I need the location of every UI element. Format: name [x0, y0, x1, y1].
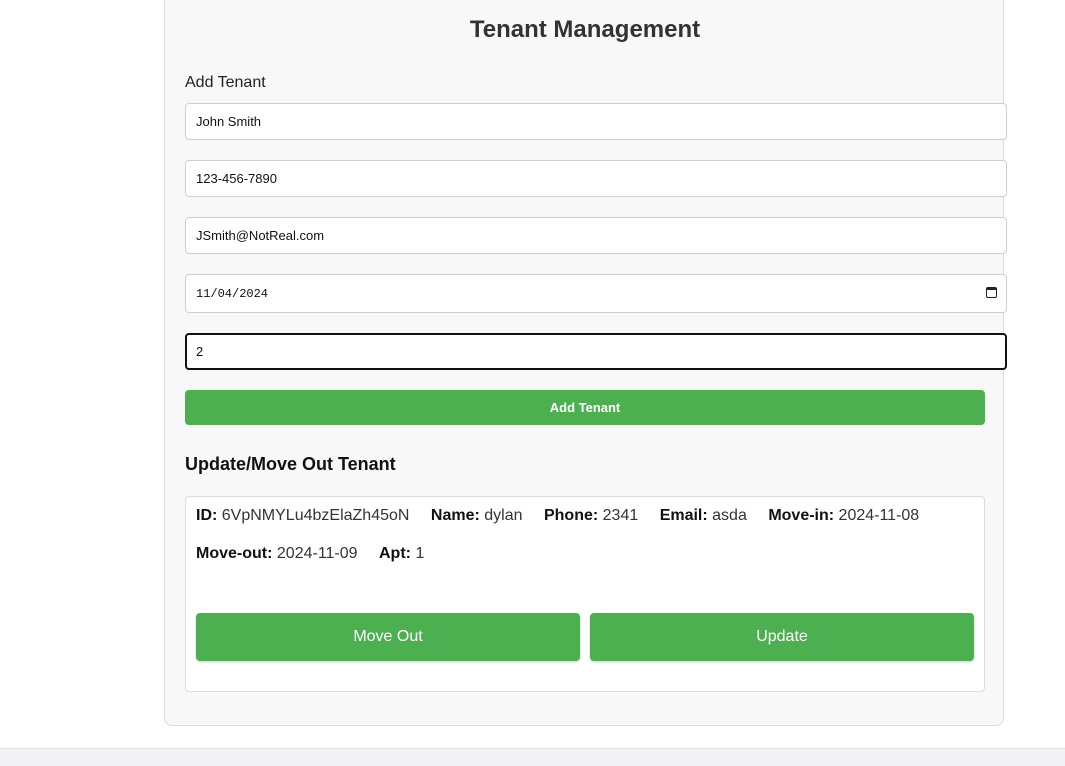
move-in-date-input[interactable]	[185, 274, 1007, 313]
tenant-details-row-1: ID: 6VpNMYLu4bzElaZh45oN Name: dylan Pho…	[196, 507, 936, 525]
tenant-management-panel: Tenant Management Add Tenant Add Tenant …	[164, 0, 1007, 726]
bottom-bar	[0, 748, 1065, 766]
apartment-number-input[interactable]	[185, 333, 1007, 370]
page-title: Tenant Management	[469, 16, 701, 43]
add-tenant-label: Add Tenant	[185, 74, 266, 91]
tenant-move-out: Move-out: 2024-11-09	[196, 545, 358, 562]
tenant-phone-input[interactable]	[185, 160, 1007, 197]
tenant-name-input[interactable]	[185, 103, 1007, 140]
move-out-button[interactable]: Move Out	[196, 613, 580, 661]
tenant-id: ID: 6VpNMYLu4bzElaZh45oN	[196, 507, 410, 524]
tenant-apt: Apt: 1	[379, 545, 425, 562]
update-button[interactable]: Update	[590, 613, 974, 661]
tenant-email: Email: asda	[659, 507, 747, 524]
tenant-email-input[interactable]	[185, 217, 1007, 254]
add-tenant-button[interactable]: Add Tenant	[185, 390, 985, 425]
tenant-details-row-2: Move-out: 2024-11-09 Apt: 1	[196, 545, 441, 563]
tenant-card: ID: 6VpNMYLu4bzElaZh45oN Name: dylan Pho…	[185, 496, 985, 692]
tenant-name: Name: dylan	[430, 507, 523, 524]
calendar-icon[interactable]	[986, 287, 997, 298]
update-section-title: Update/Move Out Tenant	[185, 454, 396, 474]
tenant-phone: Phone: 2341	[543, 507, 639, 524]
tenant-move-in: Move-in: 2024-11-08	[768, 507, 920, 524]
move-in-date-field[interactable]	[185, 274, 1007, 313]
